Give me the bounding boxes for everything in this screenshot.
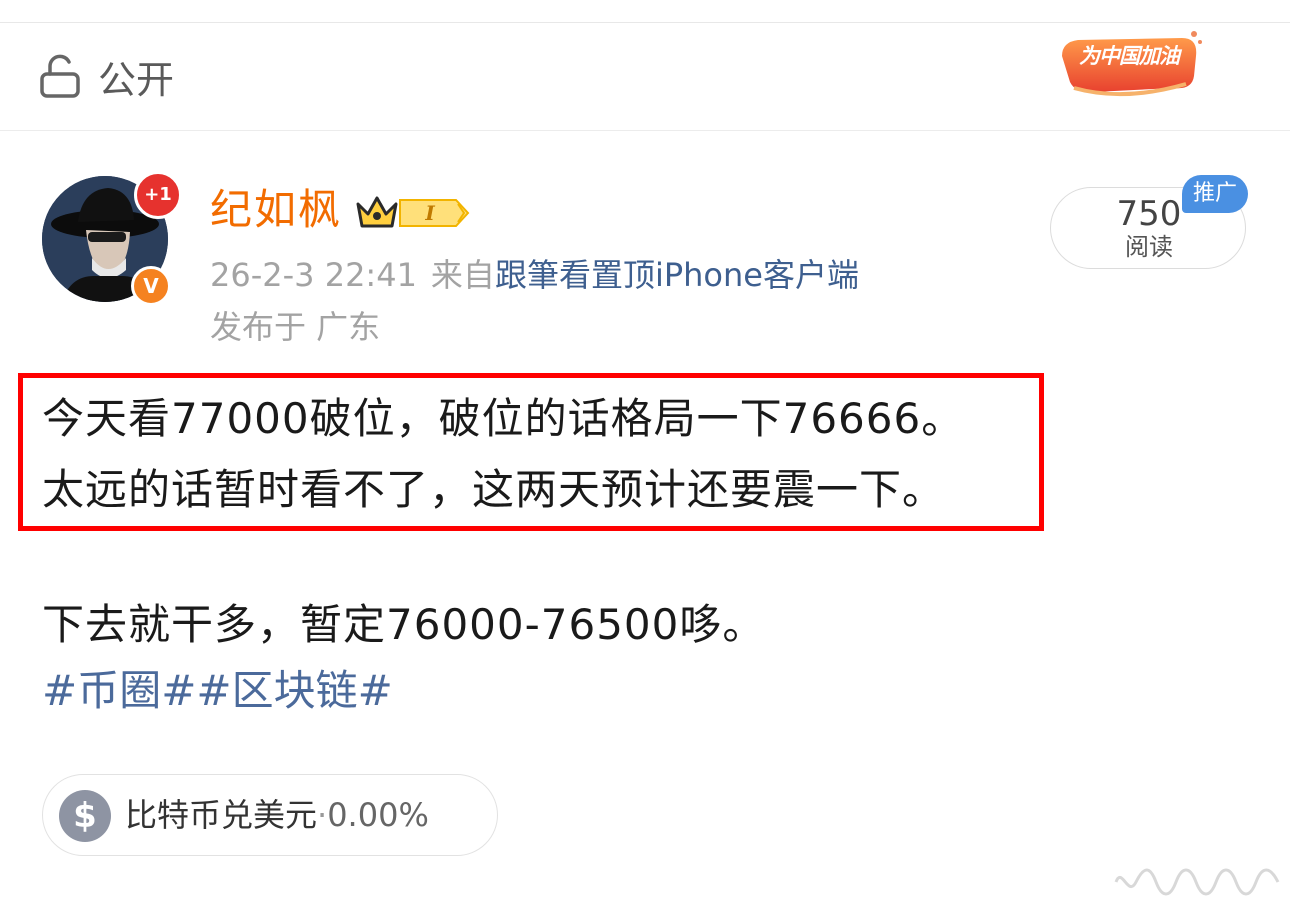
username[interactable]: 纪如枫 bbox=[210, 184, 342, 236]
promo-badge-text: 为中国加油 bbox=[1079, 44, 1180, 68]
post-meta: 26-2-3 22:41 来自跟筆看置顶iPhone客户端 bbox=[210, 254, 859, 296]
notification-badge: +1 bbox=[134, 171, 182, 219]
ticker-name: 比特币兑美元 bbox=[125, 796, 318, 834]
dollar-icon: $ bbox=[59, 790, 111, 842]
post-time: 26-2-3 22:41 bbox=[210, 256, 417, 294]
post-text-line-3: 下去就干多，暂定76000-76500哆。 bbox=[42, 600, 766, 649]
hashtag-links[interactable]: #币圈##区块链# bbox=[42, 664, 393, 718]
visibility-row[interactable]: 公开 为中国加油 bbox=[0, 22, 1290, 131]
top-strip bbox=[0, 0, 1290, 23]
ticker-label: 比特币兑美元·0.00% bbox=[125, 794, 429, 836]
views-label: 阅读 bbox=[1125, 233, 1173, 261]
promo-badge[interactable]: 为中国加油 bbox=[1054, 26, 1204, 102]
promo-tag[interactable]: 推广 bbox=[1182, 175, 1248, 213]
post-text-line-1: 今天看77000破位，破位的话格局一下76666。 bbox=[42, 394, 965, 443]
ticker-change: 0.00% bbox=[327, 796, 429, 834]
level-text: I bbox=[425, 201, 435, 225]
post-location: 发布于 广东 bbox=[210, 308, 381, 346]
verified-badge: V bbox=[131, 266, 171, 306]
lock-open-icon bbox=[40, 54, 80, 98]
level-badge[interactable]: I bbox=[398, 198, 470, 228]
watermark-icon bbox=[1114, 868, 1280, 896]
post-text-line-2: 太远的话暂时看不了，这两天预计还要震一下。 bbox=[42, 465, 946, 514]
ticker-separator: · bbox=[317, 796, 328, 834]
post-source-link[interactable]: 跟筆看置顶iPhone客户端 bbox=[495, 256, 859, 294]
visibility-label: 公开 bbox=[98, 58, 175, 102]
post-from-label: 来自 bbox=[430, 256, 495, 294]
crown-icon bbox=[356, 196, 398, 228]
ticker-chip[interactable]: $ 比特币兑美元·0.00% bbox=[42, 774, 498, 856]
